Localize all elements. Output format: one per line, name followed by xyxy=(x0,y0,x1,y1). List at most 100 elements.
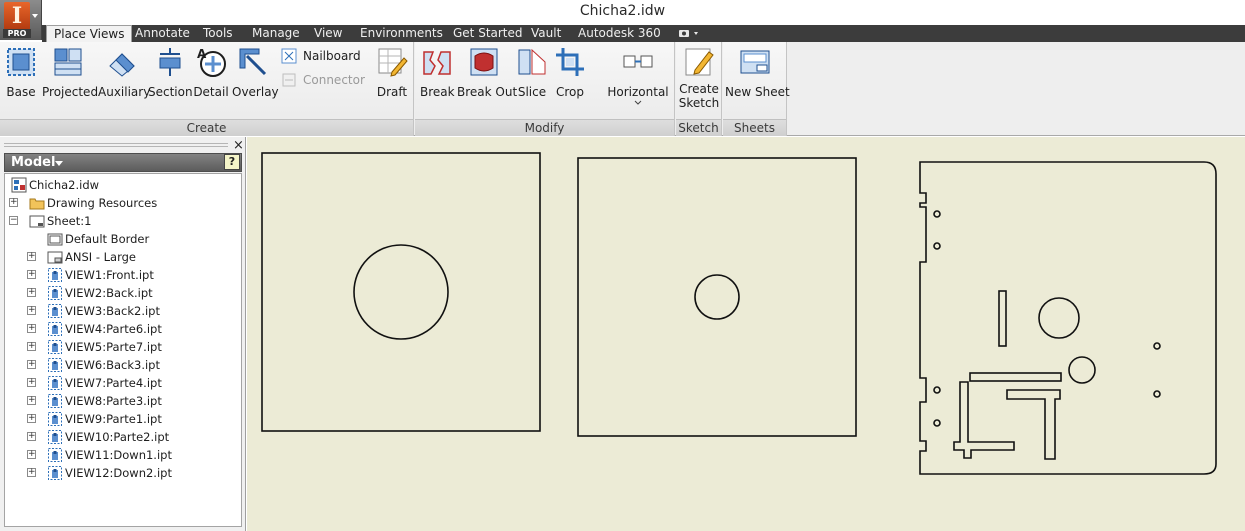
break-button[interactable]: Break xyxy=(420,46,455,99)
modify-panel-title: Modify xyxy=(415,119,674,136)
drawing-view-2[interactable] xyxy=(577,157,857,437)
view-icon xyxy=(48,286,62,300)
create-panel: Base Projected Auxiliary Section A Detai… xyxy=(0,42,414,136)
expand-icon[interactable]: + xyxy=(27,324,36,333)
expand-icon[interactable]: + xyxy=(27,414,36,423)
tree-node[interactable]: + VIEW12:Down2.ipt xyxy=(5,464,241,482)
tree-node[interactable]: − Sheet:1 xyxy=(5,212,241,230)
tab-manage[interactable]: Manage xyxy=(245,25,307,42)
projected-view-button[interactable]: Projected xyxy=(42,46,98,99)
tab-tools[interactable]: Tools xyxy=(196,25,240,42)
tree-node[interactable]: + VIEW7:Parte4.ipt xyxy=(5,374,241,392)
tab-autodesk-360[interactable]: Autodesk 360 xyxy=(571,25,668,42)
tree-node-label: VIEW7:Parte4.ipt xyxy=(65,376,162,390)
create-sketch-button[interactable]: Create Sketch xyxy=(678,46,720,110)
tree-node-label: VIEW12:Down2.ipt xyxy=(65,466,172,480)
tree-node[interactable]: + VIEW1:Front.ipt xyxy=(5,266,241,284)
tree-node-label: VIEW10:Parte2.ipt xyxy=(65,430,170,444)
view-3-slot xyxy=(1006,389,1061,460)
tree-node[interactable]: + VIEW3:Back2.ipt xyxy=(5,302,241,320)
tree-node-label: VIEW2:Back.ipt xyxy=(65,286,153,300)
tree-node[interactable]: + ANSI - Large xyxy=(5,248,241,266)
drawing-sheet[interactable] xyxy=(247,137,1245,531)
svg-text:A: A xyxy=(197,47,207,61)
break-out-button[interactable]: Break Out xyxy=(457,46,517,99)
expand-icon[interactable]: + xyxy=(9,198,18,207)
model-browser: × Model ? Chicha2.idw + Drawing Resources −… xyxy=(0,137,246,531)
sketch-panel-title: Sketch xyxy=(676,119,721,136)
browser-header[interactable]: Model ? xyxy=(4,153,242,172)
overlay-view-button[interactable]: Overlay xyxy=(232,46,279,99)
logo-letter: I xyxy=(11,3,23,29)
base-view-button[interactable]: Base xyxy=(4,46,38,99)
crop-label: Crop xyxy=(555,85,584,99)
tab-get-started[interactable]: Get Started xyxy=(446,25,530,42)
tree-node[interactable]: + VIEW4:Parte6.ipt xyxy=(5,320,241,338)
tree-node[interactable]: + VIEW8:Parte3.ipt xyxy=(5,392,241,410)
expand-icon[interactable]: + xyxy=(27,468,36,477)
tree-node-label: ANSI - Large xyxy=(65,250,136,264)
expand-icon[interactable]: + xyxy=(27,432,36,441)
tree-node[interactable]: + VIEW11:Down1.ipt xyxy=(5,446,241,464)
expand-icon[interactable]: + xyxy=(27,306,36,315)
tree-node[interactable]: Chicha2.idw xyxy=(5,176,241,194)
slice-label: Slice xyxy=(517,85,547,99)
chevron-down-icon xyxy=(55,161,63,166)
inventor-logo-icon: I xyxy=(4,2,30,30)
application-menu-button[interactable]: I PRO xyxy=(0,0,42,40)
slice-button[interactable]: Slice xyxy=(515,46,549,99)
tree-node[interactable]: + VIEW5:Parte7.ipt xyxy=(5,338,241,356)
title-bar: Chicha2.idw xyxy=(0,0,1245,25)
nailboard-label: Nailboard xyxy=(303,49,361,63)
view-3-slot xyxy=(953,381,1015,459)
tree-node[interactable]: + VIEW10:Parte2.ipt xyxy=(5,428,241,446)
view-3-slot xyxy=(998,290,1007,347)
expand-icon[interactable]: + xyxy=(27,270,36,279)
tab-environments[interactable]: Environments xyxy=(353,25,450,42)
tab-vault[interactable]: Vault xyxy=(524,25,568,42)
tree-node[interactable]: + VIEW2:Back.ipt xyxy=(5,284,241,302)
sheets-panel-title: Sheets xyxy=(723,119,786,136)
tree-node[interactable]: + VIEW6:Back3.ipt xyxy=(5,356,241,374)
tree-node-label: VIEW1:Front.ipt xyxy=(65,268,154,282)
tab-place-views[interactable]: Place Views xyxy=(46,25,133,43)
tab-annotate[interactable]: Annotate xyxy=(128,25,197,42)
tab-view[interactable]: View xyxy=(307,25,349,42)
expand-icon[interactable]: + xyxy=(27,342,36,351)
view-icon xyxy=(48,394,62,408)
help-icon[interactable]: ? xyxy=(224,154,240,170)
tree-node[interactable]: + VIEW9:Parte1.ipt xyxy=(5,410,241,428)
tree-node[interactable]: Default Border xyxy=(5,230,241,248)
slice-icon xyxy=(518,48,546,75)
draft-view-button[interactable]: Draft xyxy=(374,46,410,99)
drawing-views xyxy=(261,152,1217,475)
horizontal-button[interactable]: Horizontal xyxy=(605,46,671,106)
folder-icon xyxy=(29,198,45,210)
expand-icon[interactable]: + xyxy=(27,252,36,261)
drawing-view-3[interactable] xyxy=(919,161,1217,475)
view-3-slot xyxy=(969,372,1062,382)
auxiliary-label: Auxiliary xyxy=(98,85,151,99)
browser-grip[interactable] xyxy=(4,143,228,147)
collapse-icon[interactable]: − xyxy=(9,216,18,225)
tree-node[interactable]: + Drawing Resources xyxy=(5,194,241,212)
section-view-button[interactable]: Section xyxy=(148,46,193,99)
expand-icon[interactable]: + xyxy=(27,396,36,405)
crop-button[interactable]: Crop xyxy=(553,46,587,99)
tree-node-label: VIEW5:Parte7.ipt xyxy=(65,340,162,354)
expand-icon[interactable]: + xyxy=(27,378,36,387)
tree-node-label: VIEW8:Parte3.ipt xyxy=(65,394,162,408)
nailboard-button[interactable]: Nailboard xyxy=(281,47,361,65)
ribbon-options-button[interactable] xyxy=(672,25,706,42)
view-3-hole xyxy=(933,419,941,427)
expand-icon[interactable]: + xyxy=(27,450,36,459)
new-sheet-button[interactable]: New Sheet xyxy=(725,46,790,99)
drawing-view-1[interactable] xyxy=(261,152,541,432)
sheet-icon xyxy=(29,215,45,228)
expand-icon[interactable]: + xyxy=(27,360,36,369)
border-icon xyxy=(47,233,63,246)
auxiliary-view-button[interactable]: Auxiliary xyxy=(98,46,151,99)
close-icon[interactable]: × xyxy=(233,138,244,153)
expand-icon[interactable]: + xyxy=(27,288,36,297)
detail-view-button[interactable]: A Detail xyxy=(193,46,229,99)
